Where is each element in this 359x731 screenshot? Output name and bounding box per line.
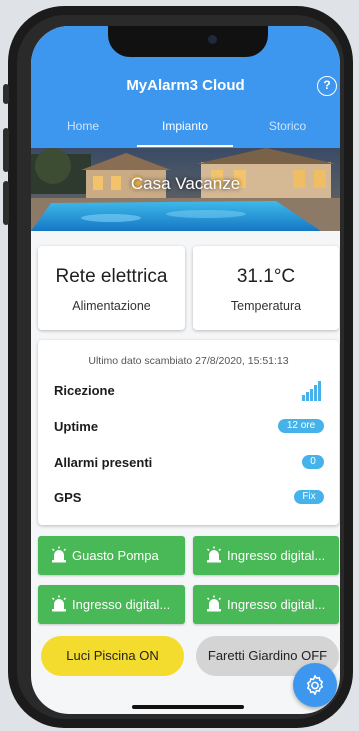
property-title: Casa Vacanze bbox=[130, 174, 241, 193]
uptime-badge: 12 ore bbox=[278, 419, 324, 433]
alarm-button-label: Ingresso digital... bbox=[227, 548, 326, 563]
siren-icon bbox=[51, 595, 67, 612]
alarm-button-label: Ingresso digital... bbox=[227, 597, 326, 612]
alarm-button-label: Guasto Pompa bbox=[72, 548, 159, 563]
volume-up-button bbox=[3, 128, 9, 172]
app-title: MyAlarm3 Cloud bbox=[126, 77, 245, 94]
app-screen: MyAlarm3 Cloud ? Home Impianto Storico C… bbox=[31, 26, 340, 714]
temperature-label: Temperatura bbox=[230, 299, 302, 313]
info-row-uptime: Uptime 12 ore bbox=[54, 417, 324, 437]
help-icon[interactable]: ? bbox=[317, 76, 337, 96]
temperature-value: 31.1°C bbox=[236, 266, 296, 287]
alarm-button-ingresso-3[interactable]: Ingresso digital... bbox=[193, 585, 339, 624]
power-card: Rete elettrica Alimentazione bbox=[38, 246, 185, 330]
uptime-label: Uptime bbox=[54, 419, 99, 434]
mute-switch bbox=[3, 84, 9, 104]
tab-storico[interactable]: Storico bbox=[235, 114, 340, 148]
signal-bars-icon bbox=[302, 381, 321, 401]
reception-label: Ricezione bbox=[54, 383, 115, 398]
info-row-ricezione: Ricezione bbox=[54, 381, 324, 401]
phone-notch bbox=[108, 26, 268, 57]
alarm-button-ingresso-2[interactable]: Ingresso digital... bbox=[38, 585, 185, 624]
gps-label: GPS bbox=[54, 490, 82, 505]
hero-image: Casa Vacanze bbox=[31, 148, 340, 231]
alarms-label: Allarmi presenti bbox=[54, 455, 153, 470]
active-tab-indicator bbox=[137, 145, 233, 147]
settings-button[interactable] bbox=[293, 663, 337, 707]
alarms-count-badge: 0 bbox=[302, 455, 324, 469]
alarm-button-label: Ingresso digital... bbox=[72, 597, 171, 612]
gps-status-badge: Fix bbox=[294, 490, 324, 504]
power-label: Alimentazione bbox=[72, 299, 151, 313]
system-info-card: Ultimo dato scambiato 27/8/2020, 15:51:1… bbox=[38, 340, 339, 525]
siren-icon bbox=[51, 546, 67, 563]
power-value: Rete elettrica bbox=[55, 266, 168, 287]
tab-impianto[interactable]: Impianto bbox=[135, 114, 235, 148]
volume-down-button bbox=[3, 181, 9, 225]
temperature-card: 31.1°C Temperatura bbox=[193, 246, 339, 330]
alarm-button-guasto-pompa[interactable]: Guasto Pompa bbox=[38, 536, 185, 575]
tab-bar: Home Impianto Storico bbox=[31, 114, 340, 148]
camera-icon bbox=[208, 35, 217, 44]
last-exchange-timestamp: Ultimo dato scambiato 27/8/2020, 15:51:1… bbox=[88, 355, 289, 367]
gear-icon bbox=[306, 675, 324, 695]
siren-icon bbox=[206, 546, 222, 563]
info-row-gps: GPS Fix bbox=[54, 488, 324, 508]
home-indicator bbox=[132, 705, 244, 709]
tab-home[interactable]: Home bbox=[31, 114, 135, 148]
siren-icon bbox=[206, 595, 222, 612]
luci-piscina-toggle[interactable]: Luci Piscina ON bbox=[41, 636, 184, 676]
alarm-button-ingresso-1[interactable]: Ingresso digital... bbox=[193, 536, 339, 575]
info-row-allarmi: Allarmi presenti 0 bbox=[54, 453, 324, 473]
